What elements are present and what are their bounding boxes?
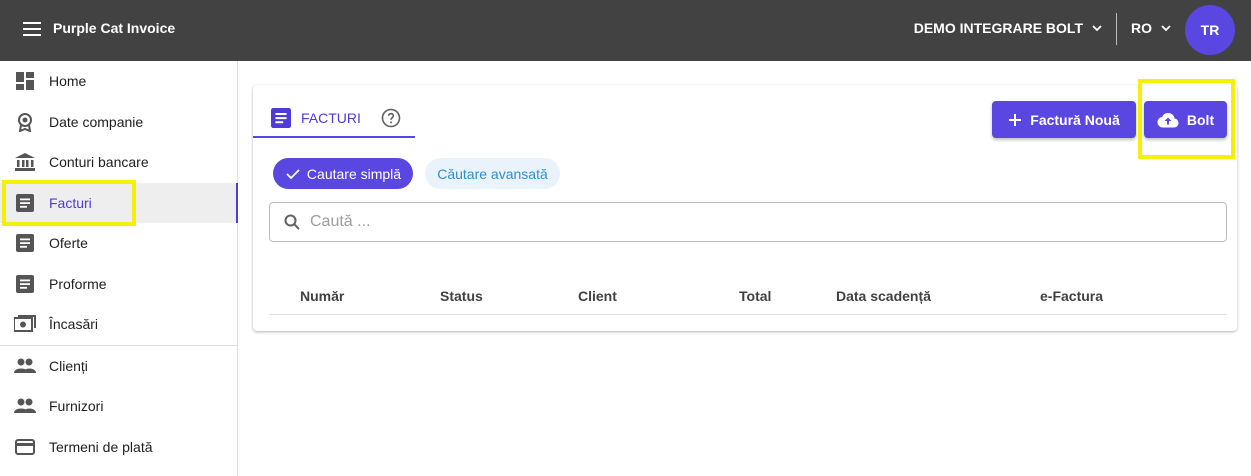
document-icon [14,273,36,295]
sidebar-item-label: Proforme [49,275,107,292]
sidebar-item-label: Încasări [49,316,99,333]
document-icon [14,192,36,214]
tab-facturi[interactable]: FACTURI [253,100,415,138]
sidebar-item-label: Home [49,73,87,90]
column-header-numar[interactable]: Număr [300,288,344,304]
search-icon [284,214,300,230]
menu-icon[interactable] [22,20,42,38]
sidebar-item-label: Furnizori [49,398,104,415]
sidebar-item-date-companie[interactable]: Date companie [0,102,237,143]
sidebar-item-label: Termeni de plată [49,438,153,455]
simple-search-chip[interactable]: Cautare simplă [273,158,413,189]
check-icon [286,168,300,179]
language-label: RO [1131,20,1152,36]
dashboard-icon [14,70,36,92]
column-header-e-factura[interactable]: e-Factura [1040,288,1103,304]
bolt-button[interactable]: Bolt [1144,101,1227,138]
help-icon[interactable] [381,108,401,128]
new-invoice-button[interactable]: Factură Nouă [992,101,1136,138]
credit-card-icon [14,436,36,458]
tab-label: FACTURI [301,110,361,126]
new-invoice-label: Factură Nouă [1030,111,1120,128]
sidebar-item-label: Conturi bancare [49,154,149,171]
sidebar-item-label: Oferte [49,235,88,252]
document-icon [271,108,291,128]
sidebar-item-proforme[interactable]: Proforme [0,264,237,305]
simple-search-label: Cautare simplă [306,165,402,182]
sidebar-item-conturi-bancare[interactable]: Conturi bancare [0,142,237,183]
chevron-down-icon [1092,25,1102,32]
sidebar-item-termeni-de-plata[interactable]: Termeni de plată [0,427,237,468]
top-app-bar: Purple Cat Invoice DEMO INTEGRARE BOLT R… [0,0,1251,61]
sidebar-item-furnizori[interactable]: Furnizori [0,386,237,427]
bank-icon [14,151,36,173]
people-icon [14,395,36,417]
column-header-client[interactable]: Client [578,288,617,304]
bolt-label: Bolt [1186,111,1215,128]
search-input[interactable] [310,213,1160,231]
advanced-search-label: Căutare avansată [437,165,548,182]
cloud-upload-icon [1157,112,1179,127]
advanced-search-chip[interactable]: Căutare avansată [425,158,560,189]
sidebar-item-oferte[interactable]: Oferte [0,223,237,264]
sidebar-item-label: Clienți [49,357,88,374]
sidebar-item-label: Facturi [49,194,92,211]
table-header: Număr Status Client Total Data scadență … [269,275,1227,315]
sidebar-item-clienti[interactable]: Clienți [0,346,237,387]
sidebar-item-incasari[interactable]: Încasări [0,304,237,345]
company-selector[interactable]: DEMO INTEGRARE BOLT [914,20,1103,36]
cash-icon [14,313,36,335]
plus-icon [1009,113,1022,126]
avatar[interactable]: TR [1185,5,1235,55]
column-header-data-scadenta[interactable]: Data scadență [836,288,931,304]
column-header-status[interactable]: Status [440,288,483,304]
header-divider [1116,13,1117,45]
sidebar: Home Date companie Conturi bancare Factu… [0,61,238,476]
sidebar-item-facturi[interactable]: Facturi [0,182,238,223]
search-field[interactable] [269,202,1227,242]
chevron-down-icon [1161,25,1171,32]
award-icon [14,111,36,133]
sidebar-item-home[interactable]: Home [0,61,237,102]
people-icon [14,355,36,377]
company-name: DEMO INTEGRARE BOLT [913,20,1083,36]
invoices-card: FACTURI Factură Nouă Bolt Cautare simplă… [253,85,1237,331]
sidebar-item-label: Date companie [49,113,144,130]
document-icon [14,232,36,254]
column-header-total[interactable]: Total [739,288,771,304]
app-title: Purple Cat Invoice [53,20,176,36]
language-selector[interactable]: RO [1131,20,1172,36]
